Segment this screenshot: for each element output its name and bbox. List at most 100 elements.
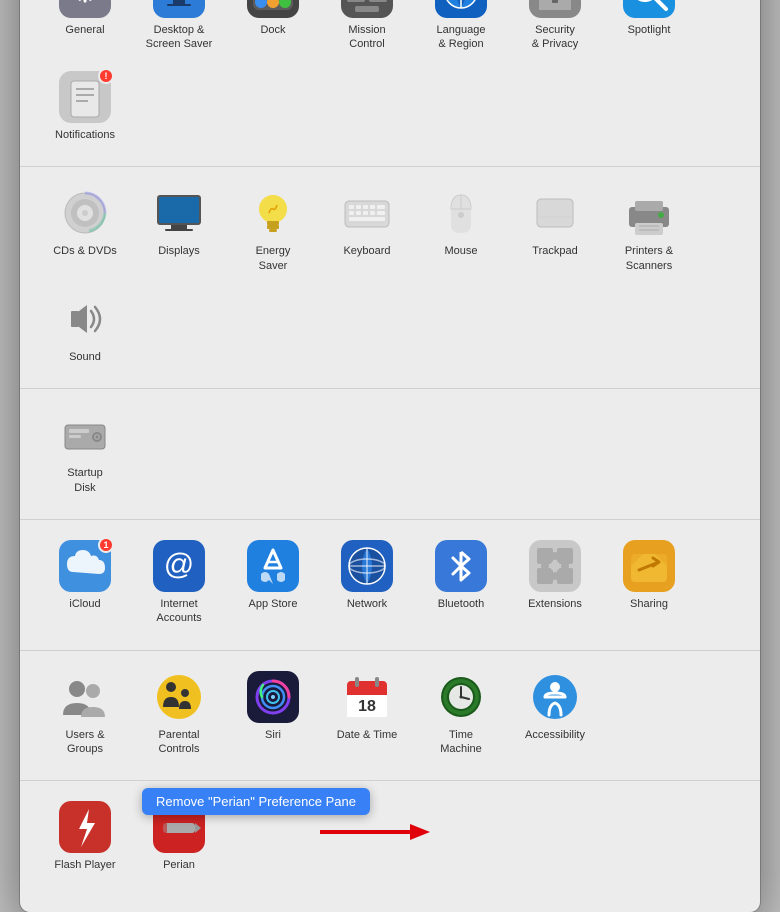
section-hardware: CDs & DVDs Displays [20,167,760,389]
pref-siri[interactable]: Siri [228,663,318,765]
energy-saver-icon [247,187,299,239]
spotlight-icon [623,0,675,18]
pref-internet-accounts[interactable]: @ InternetAccounts [134,532,224,634]
users-groups-label: Users &Groups [65,728,104,757]
flash-player-label: Flash Player [54,858,115,872]
pref-notifications[interactable]: ! Notifications [40,63,130,150]
date-time-label: Date & Time [337,728,398,742]
pref-startup-disk[interactable]: StartupDisk [40,401,130,503]
startup-items-grid: StartupDisk [40,401,740,503]
pref-bluetooth[interactable]: Bluetooth [416,532,506,634]
pref-time-machine[interactable]: TimeMachine [416,663,506,765]
pref-energy-saver[interactable]: EnergySaver [228,179,318,281]
pref-language-region[interactable]: Language& Region [416,0,506,59]
pref-parental-controls[interactable]: ParentalControls [134,663,224,765]
notifications-icon: ! [59,71,111,123]
pref-desktop-screensaver[interactable]: File Desktop &Screen Saver [134,0,224,59]
mission-control-label: MissionControl [348,23,385,52]
pref-network[interactable]: Network [322,532,412,634]
icloud-icon: 1 [59,540,111,592]
pref-accessibility[interactable]: Accessibility [510,663,600,765]
general-label: General [65,23,104,37]
pref-displays[interactable]: Displays [134,179,224,281]
extensions-icon [529,540,581,592]
displays-label: Displays [158,244,200,258]
dock-icon [247,0,299,18]
language-region-icon [435,0,487,18]
pref-spotlight[interactable]: Spotlight [604,0,694,59]
pref-flash-player[interactable]: Flash Player [40,793,130,880]
pref-users-groups[interactable]: Users &Groups [40,663,130,765]
internet-items-grid: 1 iCloud @ InternetAccounts [40,532,740,634]
pref-perian[interactable]: Remove "Perian" Preference Pane Perian [134,793,224,880]
pref-security-privacy[interactable]: Security& Privacy [510,0,600,59]
svg-text:⚙: ⚙ [72,0,97,8]
internet-accounts-icon: @ [153,540,205,592]
language-region-label: Language& Region [437,23,486,52]
startup-disk-label: StartupDisk [67,466,102,495]
pref-mission-control[interactable]: MissionControl [322,0,412,59]
preferences-content: ⚙ General [20,0,760,912]
pref-dock[interactable]: Dock [228,0,318,59]
section-startup: StartupDisk [20,389,760,520]
cds-dvds-icon [59,187,111,239]
startup-disk-icon [59,409,111,461]
mission-control-icon [341,0,393,18]
pref-sound[interactable]: Sound [40,285,130,372]
accessibility-icon [529,671,581,723]
bluetooth-label: Bluetooth [438,597,484,611]
app-store-icon [247,540,299,592]
siri-icon [247,671,299,723]
mouse-icon [435,187,487,239]
parental-controls-icon [153,671,205,723]
dock-label: Dock [260,23,285,37]
pref-printers-scanners[interactable]: Printers &Scanners [604,179,694,281]
perian-label: Perian [163,858,195,872]
system-items-grid: Users &Groups [40,663,740,765]
pref-extensions[interactable]: Extensions [510,532,600,634]
sharing-label: Sharing [630,597,668,611]
pref-mouse[interactable]: Mouse [416,179,506,281]
general-icon: ⚙ [59,0,111,18]
keyboard-icon [341,187,393,239]
printers-scanners-icon [623,187,675,239]
pref-general[interactable]: ⚙ General [40,0,130,59]
pref-trackpad[interactable]: Trackpad [510,179,600,281]
displays-icon [153,187,205,239]
section-other: Flash Player Remove "P [20,781,760,900]
trackpad-label: Trackpad [532,244,577,258]
pref-keyboard[interactable]: Keyboard [322,179,412,281]
section-internet: 1 iCloud @ InternetAccounts [20,520,760,651]
siri-label: Siri [265,728,281,742]
date-time-icon: 18 [341,671,393,723]
red-arrow-icon [310,818,430,846]
pref-app-store[interactable]: App Store [228,532,318,634]
cds-dvds-label: CDs & DVDs [53,244,117,258]
icloud-badge: 1 [98,537,114,553]
security-privacy-label: Security& Privacy [532,23,578,52]
users-groups-icon [59,671,111,723]
notifications-badge: ! [98,68,114,84]
desktop-icon: File [153,0,205,18]
printers-scanners-label: Printers &Scanners [625,244,673,273]
accessibility-label: Accessibility [525,728,585,742]
energy-saver-label: EnergySaver [256,244,291,273]
svg-text:@: @ [164,548,194,581]
app-store-label: App Store [249,597,298,611]
section-personal: ⚙ General [20,0,760,167]
extensions-label: Extensions [528,597,582,611]
notifications-label: Notifications [55,128,115,142]
spotlight-label: Spotlight [628,23,671,37]
svg-text:18: 18 [358,698,376,715]
network-label: Network [347,597,387,611]
desktop-label: Desktop &Screen Saver [146,23,213,52]
pref-date-time[interactable]: 18 Date & Time [322,663,412,765]
section-system: Users &Groups [20,651,760,782]
pref-cds-dvds[interactable]: CDs & DVDs [40,179,130,281]
main-window: ‹ › System Preferences 🔍 [20,0,760,912]
trackpad-icon [529,187,581,239]
security-privacy-icon [529,0,581,18]
pref-icloud[interactable]: 1 iCloud [40,532,130,634]
hardware-items-grid: CDs & DVDs Displays [40,179,740,372]
pref-sharing[interactable]: Sharing [604,532,694,634]
